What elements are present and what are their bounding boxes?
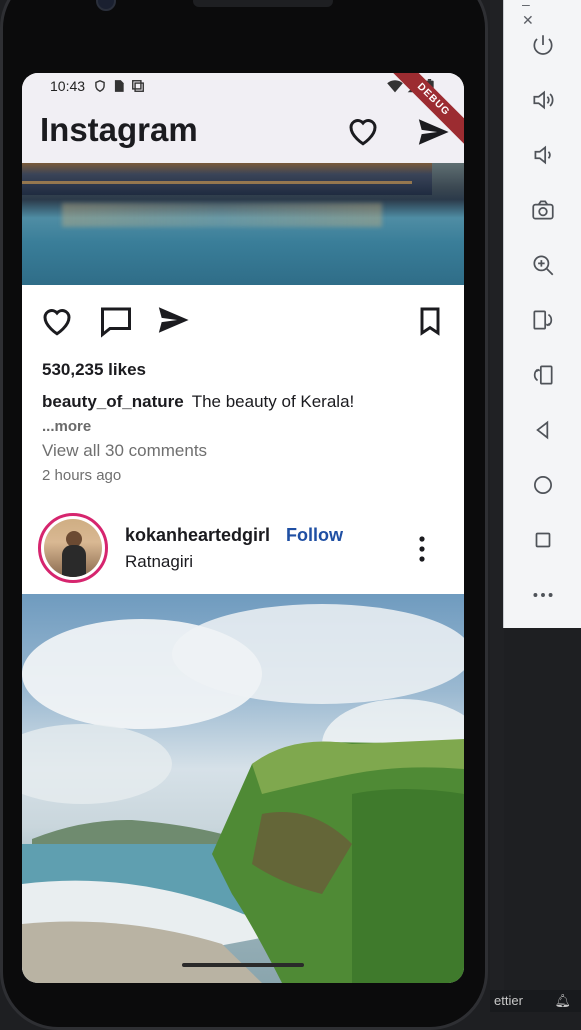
- sim-card-icon: [114, 80, 124, 92]
- status-time: 10:43: [50, 78, 86, 94]
- ide-status-text: ettier: [494, 993, 523, 1008]
- post-location[interactable]: Ratnagiri: [125, 552, 193, 572]
- rotate-left-icon[interactable]: [528, 305, 558, 335]
- bookmark-icon[interactable]: [414, 303, 446, 339]
- shield-icon: [95, 79, 105, 93]
- overview-icon[interactable]: [528, 525, 558, 555]
- wifi-icon: [387, 79, 403, 92]
- like-heart-icon[interactable]: [38, 303, 76, 339]
- camera-icon[interactable]: [528, 195, 558, 225]
- follow-button[interactable]: Follow: [286, 525, 343, 546]
- post-actions: [22, 285, 464, 357]
- avatar: [44, 519, 102, 577]
- app-bar: Instagram: [22, 99, 464, 163]
- emulator-side-panel: – ✕: [503, 0, 581, 628]
- window-controls: – ✕: [522, 0, 581, 29]
- speaker-grille: [193, 0, 333, 7]
- home-icon[interactable]: [528, 470, 558, 500]
- comment-icon[interactable]: [98, 303, 134, 339]
- status-icons-left: [93, 79, 145, 93]
- boat-stripe: [22, 181, 412, 184]
- avatar-body: [62, 545, 86, 577]
- more-icon[interactable]: [528, 580, 558, 610]
- heart-icon[interactable]: [344, 113, 382, 149]
- notification-bell-icon[interactable]: 🔔︎: [554, 990, 571, 1012]
- minimize-icon[interactable]: –: [522, 0, 530, 12]
- front-camera: [96, 0, 116, 11]
- back-icon[interactable]: [528, 415, 558, 445]
- post-image-kerala[interactable]: [22, 163, 464, 285]
- ide-status-bar: ettier 🔔︎: [490, 990, 581, 1012]
- phone-screen: DEBUG 10:43 Instagram 530,235 likes beau…: [22, 73, 464, 983]
- more-vert-icon[interactable]: [412, 535, 432, 563]
- rotate-right-icon[interactable]: [528, 360, 558, 390]
- ide-background: [490, 0, 504, 1012]
- volume-down-icon[interactable]: [528, 140, 558, 170]
- post-username[interactable]: kokanheartedgirl: [125, 525, 270, 546]
- close-icon[interactable]: ✕: [522, 12, 534, 28]
- houseboat-shape: [22, 163, 432, 195]
- story-ring[interactable]: [38, 513, 108, 583]
- view-comments-link[interactable]: View all 30 comments: [42, 441, 207, 461]
- post-caption: beauty_of_nature The beauty of Kerala!: [42, 392, 354, 412]
- water-reflection: [62, 203, 382, 227]
- landscape-illustration: [22, 604, 464, 983]
- app-title: Instagram: [40, 111, 198, 148]
- post-timestamp: 2 hours ago: [42, 467, 122, 484]
- power-icon[interactable]: [528, 30, 558, 60]
- zoom-icon[interactable]: [528, 250, 558, 280]
- post-image-ratnagiri[interactable]: [22, 594, 464, 983]
- screenshot-icon: [132, 80, 144, 92]
- likes-count[interactable]: 530,235 likes: [42, 360, 146, 380]
- more-link[interactable]: ...more: [42, 418, 91, 435]
- volume-up-icon[interactable]: [528, 85, 558, 115]
- share-send-icon[interactable]: [154, 303, 192, 337]
- caption-username[interactable]: beauty_of_nature: [42, 392, 184, 411]
- home-indicator[interactable]: [182, 963, 304, 967]
- caption-text: The beauty of Kerala!: [191, 392, 355, 411]
